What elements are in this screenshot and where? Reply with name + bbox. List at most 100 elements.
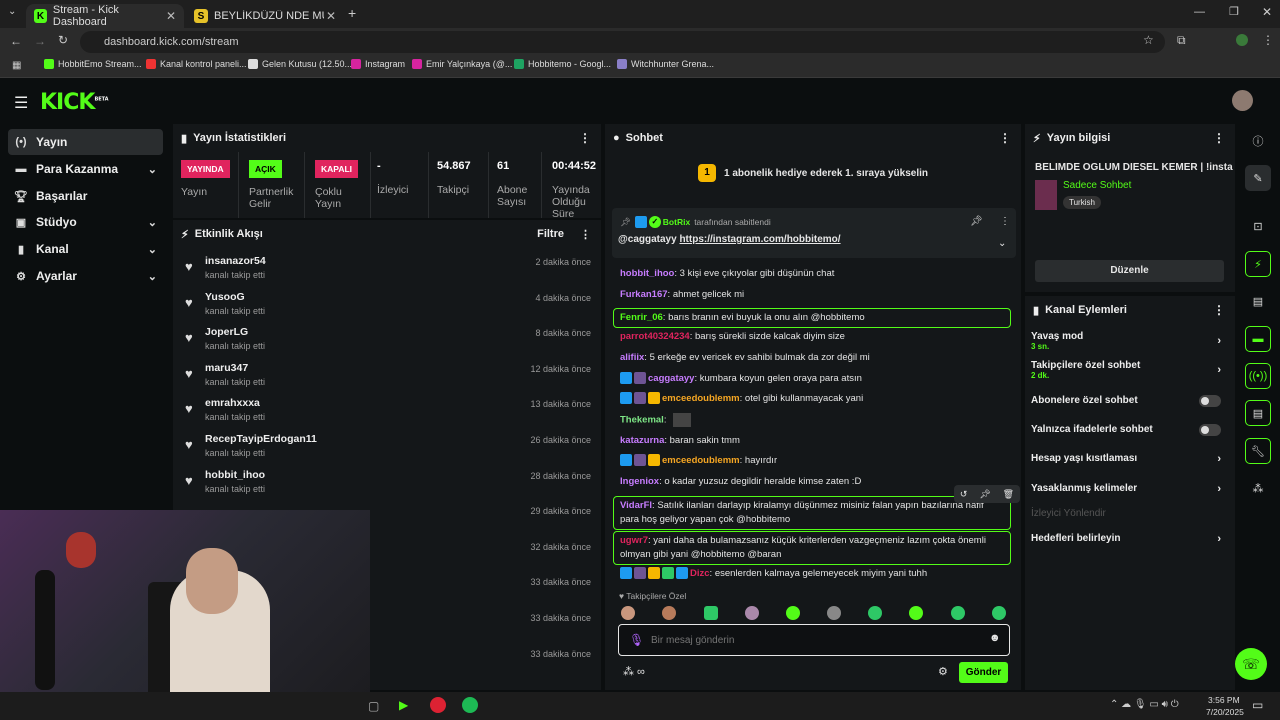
chat-username[interactable]: Thekemal (620, 415, 664, 426)
extensions-icon[interactable]: ⧉ (1177, 33, 1186, 48)
activity-user[interactable]: YusooG (205, 291, 245, 303)
sidebar-item-basarilar[interactable]: 🏆︎ Başarılar (8, 183, 163, 209)
chat-message[interactable]: Thekemal: (614, 413, 1012, 428)
more-icon[interactable]: ⋮ (579, 131, 591, 145)
more-icon[interactable]: ⋮ (580, 228, 591, 241)
sidebar-item-kanal[interactable]: ▮ Kanal ⌄ (8, 236, 163, 262)
emote-icon[interactable] (786, 606, 800, 620)
minimize-icon[interactable]: — (1194, 6, 1205, 18)
server-icon[interactable]: ▤ (1245, 400, 1271, 426)
pinned-link[interactable]: https://instagram.com/hobbitemo/ (679, 234, 840, 245)
menu-icon[interactable]: ⋮ (1262, 33, 1274, 47)
kick-app-icon[interactable]: ▶ (399, 698, 408, 712)
bookmark-star-icon[interactable]: ☆ (1143, 33, 1154, 47)
channel-action-item[interactable]: Hesap yaşı kısıtlaması › (1031, 453, 1221, 465)
chat-username[interactable]: katazurna (620, 435, 664, 446)
emote-icon[interactable] (745, 606, 759, 620)
chat-icon[interactable]: ▬ (1245, 326, 1271, 352)
sidebar-item-yayin[interactable]: (•) Yayın (8, 129, 163, 155)
pinned-message[interactable]: 📌︎ ✓ BotRix tarafından sabitlendi @cagga… (612, 208, 1016, 258)
channel-action-item[interactable]: Yalnızca ifadelerle sohbet (1031, 424, 1221, 436)
chat-username[interactable]: Furkan167 (620, 289, 668, 300)
chat-message[interactable]: Fenrir_06: barıs branın evi buyuk la onu… (613, 308, 1011, 328)
chat-message[interactable]: emceedoublemm: otel gibi kullanmayacak y… (614, 392, 1012, 406)
points-icon[interactable]: ⁂ ∞ (623, 665, 645, 678)
chat-message[interactable]: Furkan167: ahmet gelicek mi (614, 288, 1012, 302)
activity-user[interactable]: maru347 (205, 362, 248, 374)
maximize-icon[interactable]: ❐ (1229, 5, 1239, 18)
chat-message[interactable]: hobbit_ihoo: 3 kişi eve çıkıyolar gibi d… (614, 267, 1012, 281)
toggle-switch[interactable] (1199, 395, 1221, 407)
emote-icon[interactable] (621, 606, 635, 620)
activity-user[interactable]: hobbit_ihoo (205, 469, 265, 481)
bookmark-hobbitemo[interactable]: HobbitEmo Stream... (44, 59, 142, 69)
support-icon[interactable]: ☏ (1235, 648, 1267, 680)
tab-beylikduzu[interactable]: S BEYLİKDÜZÜ NDE MÜSTAKİL H... ✕ (186, 4, 344, 28)
spotify-icon[interactable] (462, 697, 478, 713)
chat-username[interactable]: Fenrir_06 (620, 312, 663, 323)
activity-user[interactable]: emrahxxxa (205, 397, 260, 409)
chat-username[interactable]: emceedoublemm (662, 393, 740, 404)
emote-icon[interactable] (662, 606, 676, 620)
document-icon[interactable]: ▤ (1245, 288, 1271, 314)
url-input[interactable]: dashboard.kick.com/stream (80, 31, 1165, 53)
activity-user[interactable]: insanazor54 (205, 255, 266, 267)
back-icon[interactable]: ← (10, 34, 22, 48)
chat-message[interactable]: caggatayy: kumbara koyun gelen oraya par… (614, 372, 1012, 386)
wrench-icon[interactable]: 🔧︎ (1245, 438, 1271, 464)
sidebar-item-para-kazanma[interactable]: ▬ Para Kazanma ⌄ (8, 156, 163, 182)
bookmark-emir[interactable]: Emir Yalçınkaya (@... (412, 59, 512, 69)
notification-icon[interactable]: ▭ (1252, 698, 1263, 712)
channel-action-item[interactable]: Yasaklanmış kelimeler › (1031, 483, 1221, 495)
more-icon[interactable]: ⋮ (1000, 216, 1010, 227)
bolt-icon[interactable]: ⚡︎ (1245, 251, 1271, 277)
chrome-icon[interactable] (430, 697, 446, 713)
emote-icon[interactable] (951, 606, 965, 620)
more-icon[interactable]: ⋮ (1213, 131, 1225, 145)
emote-icon[interactable] (909, 606, 923, 620)
window-close-icon[interactable]: ✕ (1262, 5, 1272, 19)
message-field[interactable] (651, 631, 971, 649)
chat-username[interactable]: parrot40324234 (620, 331, 690, 342)
obs-icon[interactable]: ▢ (368, 699, 379, 713)
emote-icon[interactable] (704, 606, 718, 620)
chat-message[interactable]: katazurna: baran sakin tmm (614, 434, 1012, 448)
pin-icon[interactable]: 📌︎ (979, 489, 990, 500)
unpin-icon[interactable]: 📌︎ (970, 216, 983, 227)
emote-icon[interactable] (992, 606, 1006, 620)
chat-username[interactable]: hobbit_ihoo (620, 268, 674, 279)
channel-action-item[interactable]: Hedefleri belirleyin › (1031, 533, 1221, 545)
chat-username[interactable]: ugwr7 (620, 535, 648, 546)
edit-button[interactable]: Düzenle (1035, 260, 1224, 282)
chat-message[interactable]: ugwr7: yani daha da bulamazsanız küçük k… (613, 531, 1011, 565)
chevron-down-icon[interactable]: ⌄ (998, 238, 1006, 249)
chat-input[interactable]: 🎙︎ ☻ (618, 624, 1010, 656)
activity-user[interactable]: JoperLG (205, 326, 248, 338)
chat-username[interactable]: Dizc (690, 568, 710, 579)
group-icon[interactable]: ⁂ (1245, 475, 1271, 501)
kick-logo[interactable]: KICKBETA (40, 90, 109, 115)
apps-icon[interactable]: ▦ (12, 60, 21, 71)
more-icon[interactable]: ⋮ (1213, 303, 1225, 317)
edit-icon[interactable]: ✎ (1245, 165, 1271, 191)
bookmark-instagram[interactable]: Instagram (351, 59, 405, 69)
bookmark-witchhunter[interactable]: Witchhunter Grena... (617, 59, 714, 69)
forward-icon[interactable]: → (34, 34, 46, 48)
close-icon[interactable]: ✕ (166, 9, 176, 23)
reply-icon[interactable]: ↺ (960, 489, 968, 500)
microphone-icon[interactable]: 🎙︎ (629, 633, 644, 647)
broadcast-icon[interactable]: ((•)) (1245, 363, 1271, 389)
chat-message[interactable]: VidarFl: Satılık ilanları darlayıp kiral… (613, 496, 1011, 530)
sidebar-item-ayarlar[interactable]: ⚙ Ayarlar ⌄ (8, 263, 163, 289)
channel-action-item[interactable]: İzleyici Yönlendir (1031, 508, 1221, 519)
sidebar-item-studyo[interactable]: ▣ Stüdyo ⌄ (8, 209, 163, 235)
bookmark-kanal[interactable]: Kanal kontrol paneli... (146, 59, 247, 69)
gear-icon[interactable]: ⚙ (938, 665, 948, 678)
emoji-icon[interactable]: ☻ (989, 632, 1001, 644)
chat-message[interactable]: parrot40324234: barış sürekli sizde kalc… (614, 330, 1012, 344)
channel-action-item[interactable]: Abonelere özel sohbet (1031, 395, 1221, 407)
reload-icon[interactable]: ↻ (58, 33, 68, 47)
new-tab-icon[interactable]: + (348, 5, 356, 21)
chat-username[interactable]: alifiix (620, 352, 644, 363)
close-icon[interactable]: ✕ (326, 9, 336, 23)
